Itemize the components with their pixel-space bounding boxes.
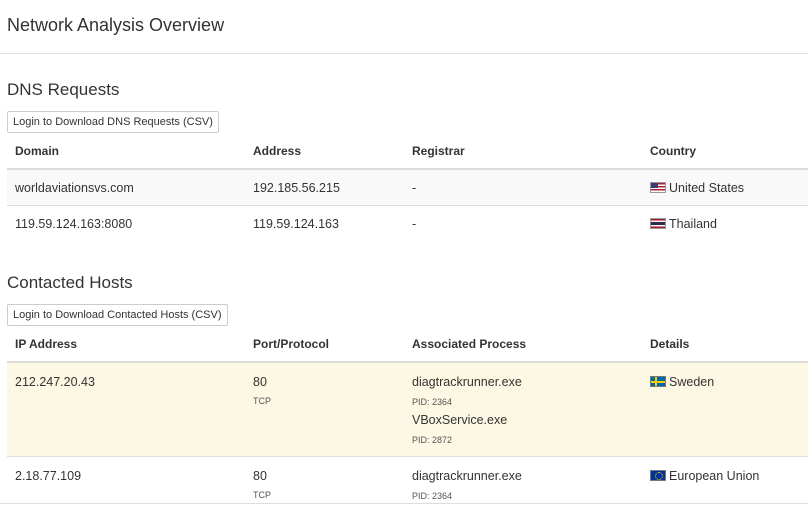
- protocol-value: TCP: [253, 396, 271, 406]
- country-name: Sweden: [669, 375, 715, 389]
- process-entry: VBoxService.exe PID: 2872: [412, 413, 642, 445]
- registrar-cell: -: [404, 168, 642, 206]
- protocol-value: TCP: [253, 489, 271, 500]
- column-header-port-protocol[interactable]: Port/Protocol: [245, 327, 404, 363]
- column-header-ip-address[interactable]: IP Address: [7, 327, 245, 363]
- address-cell: 119.59.124.163: [245, 205, 404, 241]
- table-row: 2.18.77.109 80 TCP diagtrackrunner.exe P…: [7, 455, 808, 501]
- process-name: VBoxService.exe: [412, 413, 508, 427]
- ip-address-cell: 2.18.77.109: [7, 455, 245, 501]
- country-name: European Union: [669, 468, 760, 483]
- country-name: Thailand: [669, 216, 717, 231]
- domain-cell: worldaviationsvs.com: [7, 168, 245, 206]
- process-pid: PID: 2364: [412, 397, 453, 407]
- hosts-section-title: Contacted Hosts: [7, 273, 133, 292]
- registrar-cell: -: [404, 205, 642, 241]
- port-protocol-cell: 80 TCP: [245, 455, 404, 501]
- details-cell: Sweden: [642, 361, 808, 456]
- page-header: Network Analysis Overview: [0, 0, 808, 54]
- process-entry: diagtrackrunner.exe PID: 2364: [412, 469, 642, 501]
- associated-process-cell: diagtrackrunner.exe PID: 2364 VBoxServic…: [404, 361, 642, 456]
- dns-table-header: Domain Address Registrar Country: [7, 134, 808, 170]
- contacted-hosts-table: IP Address Port/Protocol Associated Proc…: [7, 327, 808, 501]
- column-header-registrar[interactable]: Registrar: [404, 134, 642, 170]
- country-name: United States: [669, 180, 745, 195]
- process-pid: PID: 2872: [412, 435, 453, 445]
- column-header-domain[interactable]: Domain: [7, 134, 245, 170]
- column-header-country[interactable]: Country: [642, 134, 808, 170]
- details-cell: European Union: [642, 455, 808, 501]
- associated-process-cell: diagtrackrunner.exe PID: 2364: [404, 455, 642, 501]
- ip-address-cell: 212.247.20.43: [7, 361, 245, 456]
- process-entry: diagtrackrunner.exe PID: 2364: [412, 375, 642, 407]
- page-title: Network Analysis Overview: [7, 15, 225, 35]
- port-protocol-cell: 80 TCP: [245, 361, 404, 456]
- hosts-table-header: IP Address Port/Protocol Associated Proc…: [7, 327, 808, 363]
- address-cell: 192.185.56.215: [245, 168, 404, 206]
- process-pid: PID: 2364: [412, 490, 453, 501]
- process-name: diagtrackrunner.exe: [412, 375, 522, 389]
- port-value: 80: [253, 375, 267, 389]
- eu-flag-icon: [650, 469, 666, 481]
- us-flag-icon: [650, 181, 666, 193]
- column-header-associated-process[interactable]: Associated Process: [404, 327, 642, 363]
- port-value: 80: [253, 468, 267, 483]
- domain-cell: 119.59.124.163:8080: [7, 205, 245, 241]
- sweden-flag-icon: [650, 376, 666, 387]
- download-dns-csv-button[interactable]: Login to Download DNS Requests (CSV): [7, 111, 219, 133]
- process-name: diagtrackrunner.exe: [412, 468, 522, 483]
- table-row: 119.59.124.163:8080 119.59.124.163 - Tha…: [7, 205, 808, 241]
- table-row: worldaviationsvs.com 192.185.56.215 - Un…: [7, 168, 808, 206]
- dns-requests-table: Domain Address Registrar Country worldav…: [7, 134, 808, 241]
- bottom-divider: [0, 503, 808, 504]
- thailand-flag-icon: [650, 217, 666, 229]
- dns-section-title: DNS Requests: [7, 80, 120, 99]
- download-hosts-csv-button[interactable]: Login to Download Contacted Hosts (CSV): [7, 304, 228, 326]
- country-cell: United States: [642, 168, 808, 206]
- country-cell: Thailand: [642, 205, 808, 241]
- column-header-address[interactable]: Address: [245, 134, 404, 170]
- column-header-details[interactable]: Details: [642, 327, 808, 363]
- table-row: 212.247.20.43 80 TCP diagtrackrunner.exe…: [7, 361, 808, 456]
